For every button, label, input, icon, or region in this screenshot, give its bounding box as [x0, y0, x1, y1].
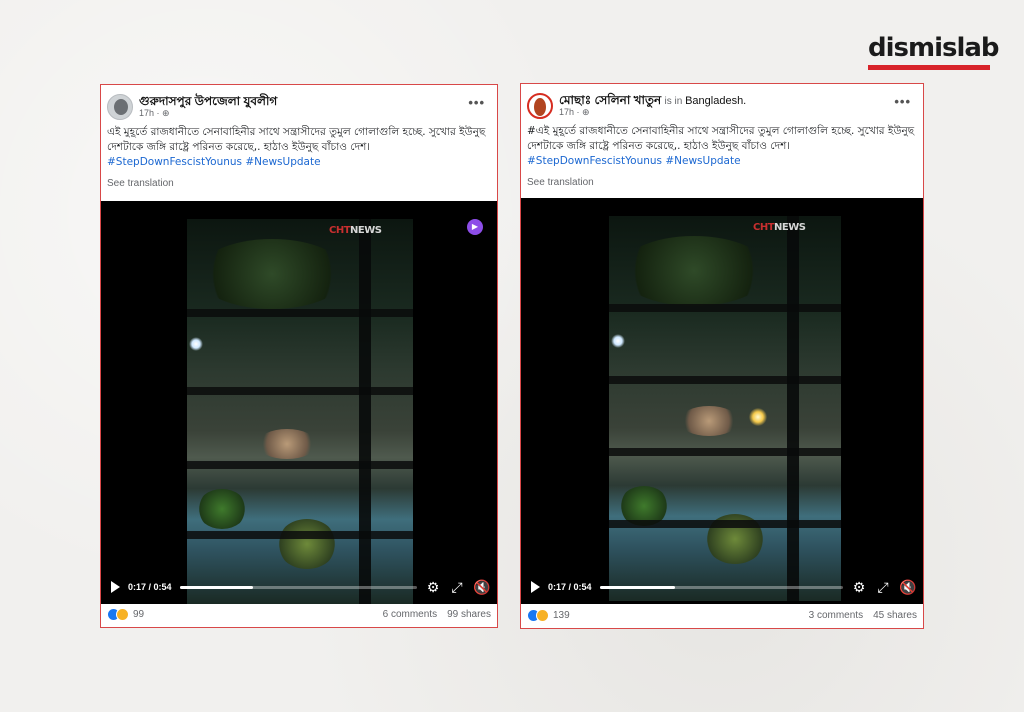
video-player[interactable]: CHTNEWS ▶ 0:17 / 0:54 ⚙ ⤢ 🔇 — [101, 201, 497, 604]
reactions[interactable]: 139 — [527, 608, 570, 622]
video-time: 0:17 / 0:54 — [548, 582, 592, 592]
reactions[interactable]: 99 — [107, 607, 145, 621]
hashtags-link[interactable]: #StepDownFescistYounus #NewsUpdate — [107, 155, 491, 170]
post-stats: 139 3 comments 45 shares — [521, 602, 923, 628]
hashtags-link[interactable]: #StepDownFescistYounus #NewsUpdate — [527, 154, 917, 169]
video-camera-icon: ▶ — [467, 219, 483, 235]
facebook-post-1: গুরুদাসপুর উপজেলা যুবলীগ 17h · ⊕ ••• এই … — [100, 84, 498, 628]
comments-count[interactable]: 3 comments — [809, 610, 863, 621]
video-player[interactable]: CHTNEWS 0:17 / 0:54 ⚙ ⤢ 🔇 — [521, 198, 923, 604]
post-text: এই মুহূর্তে রাজধানীতে সেনাবাহিনীর সাথে স… — [101, 121, 497, 170]
post-header: মোছাঃ সেলিনা খাতুন is in Bangladesh. 17h… — [521, 84, 923, 120]
location-prefix: is in — [664, 96, 686, 107]
see-translation-link[interactable]: See translation — [101, 174, 497, 193]
mute-icon[interactable]: 🔇 — [473, 579, 490, 596]
comments-count[interactable]: 6 comments — [383, 609, 437, 620]
globe-icon: ⊕ — [582, 107, 590, 117]
shares-count[interactable]: 99 shares — [447, 609, 491, 620]
video-progress-bar[interactable] — [179, 585, 417, 589]
avatar[interactable] — [527, 93, 553, 119]
reaction-count: 139 — [553, 609, 570, 621]
location-link[interactable]: Bangladesh. — [685, 95, 746, 107]
fullscreen-icon[interactable]: ⤢ — [875, 579, 891, 596]
video-time: 0:17 / 0:54 — [128, 582, 172, 592]
brand-logo: dismislab — [868, 33, 1000, 70]
play-icon[interactable] — [531, 581, 540, 593]
facebook-post-2: মোছাঃ সেলিনা খাতুন is in Bangladesh. 17h… — [520, 83, 924, 629]
brand-underline — [868, 65, 990, 70]
sad-reaction-icon — [536, 608, 549, 622]
video-frame — [187, 219, 413, 604]
video-watermark: CHTNEWS — [329, 225, 382, 236]
post-stats: 99 6 comments 99 shares — [101, 601, 497, 627]
video-controls: 0:17 / 0:54 ⚙ ⤢ 🔇 — [101, 570, 497, 604]
more-options-icon[interactable]: ••• — [894, 94, 911, 109]
video-frame — [609, 216, 841, 601]
video-controls: 0:17 / 0:54 ⚙ ⤢ 🔇 — [521, 570, 923, 604]
video-progress-bar[interactable] — [599, 585, 843, 589]
settings-gear-icon[interactable]: ⚙ — [851, 579, 867, 596]
post-header: গুরুদাসপুর উপজেলা যুবলীগ 17h · ⊕ ••• — [101, 85, 497, 121]
post-text: #এই মুহূর্তে রাজধানীতে সেনাবাহিনীর সাথে … — [521, 120, 923, 169]
post-message: #এই মুহূর্তে রাজধানীতে সেনাবাহিনীর সাথে … — [527, 125, 915, 152]
mute-icon[interactable]: 🔇 — [899, 579, 916, 596]
reaction-count: 99 — [133, 608, 145, 620]
video-watermark: CHTNEWS — [753, 222, 806, 233]
brand-name: dismislab — [868, 33, 1000, 63]
see-translation-link[interactable]: See translation — [521, 173, 923, 192]
video-progress-fill — [599, 585, 675, 589]
video-progress-fill — [179, 585, 254, 589]
shares-count[interactable]: 45 shares — [873, 610, 917, 621]
avatar[interactable] — [107, 94, 133, 120]
post-message: এই মুহূর্তে রাজধানীতে সেনাবাহিনীর সাথে স… — [107, 126, 486, 153]
post-time[interactable]: 17h · ⊕ — [559, 107, 590, 118]
post-time[interactable]: 17h · ⊕ — [139, 108, 170, 119]
sad-reaction-icon — [116, 607, 129, 621]
globe-icon: ⊕ — [162, 108, 170, 118]
settings-gear-icon[interactable]: ⚙ — [425, 579, 441, 596]
play-icon[interactable] — [111, 581, 120, 593]
more-options-icon[interactable]: ••• — [468, 95, 485, 110]
fullscreen-icon[interactable]: ⤢ — [449, 579, 465, 596]
